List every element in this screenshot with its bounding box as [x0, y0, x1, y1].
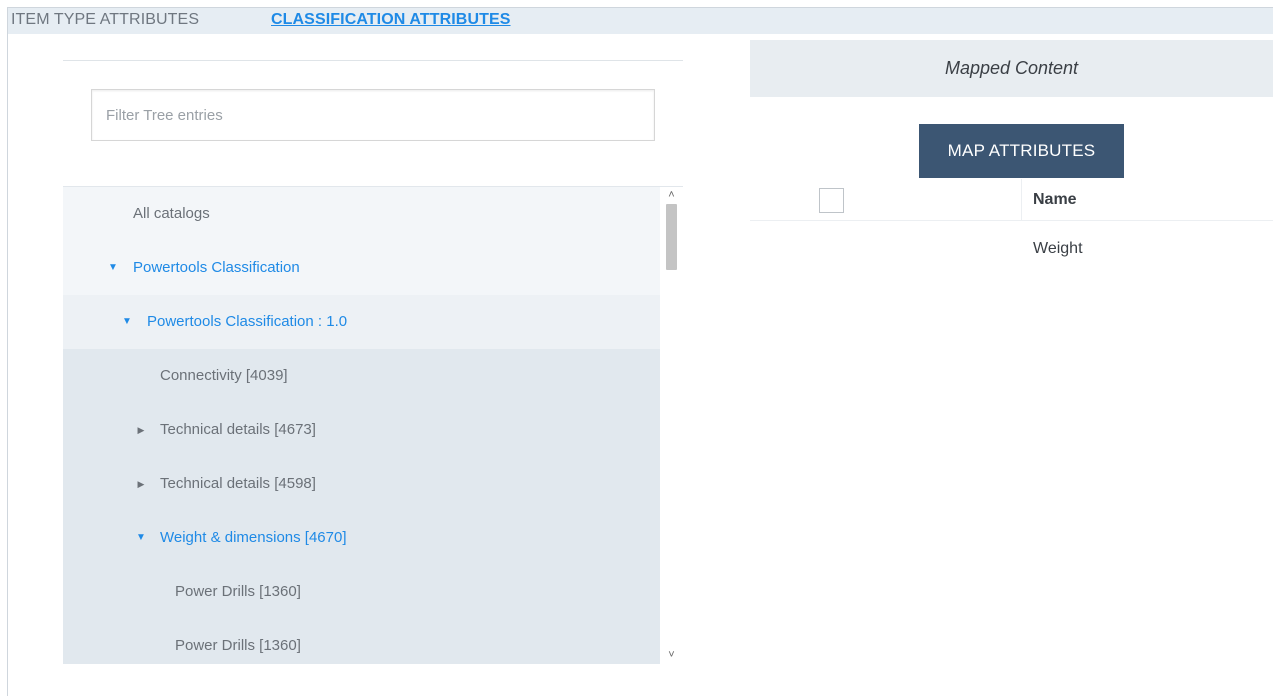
tree-scrollbar[interactable]: ˄ ˅ — [660, 187, 683, 664]
tree-item-technical-details-4673[interactable]: ▶ Technical details [4673] — [63, 403, 660, 457]
tree-item-label: All catalogs — [133, 205, 210, 222]
tree-item-label: Power Drills [1360] — [175, 583, 301, 600]
app-frame: ITEM TYPE ATTRIBUTES CLASSIFICATION ATTR… — [7, 7, 1273, 696]
tree-item-weight-dimensions[interactable]: ▼ Weight & dimensions [4670] — [63, 511, 660, 565]
tree-item-power-drills[interactable]: Power Drills [1360] — [63, 619, 660, 664]
table-row[interactable]: Weight — [750, 221, 1273, 277]
tree-item-all-catalogs[interactable]: All catalogs — [63, 187, 660, 241]
caret-down-icon[interactable]: ▼ — [135, 511, 147, 565]
mapped-content-header: Mapped Content — [750, 40, 1273, 97]
tree-item-label: Connectivity [4039] — [160, 367, 288, 384]
tree-item-powertools-classification-1-0[interactable]: ▼ Powertools Classification : 1.0 — [63, 295, 660, 349]
mapped-content-panel: Mapped Content MAP ATTRIBUTES Name Weigh… — [750, 40, 1273, 690]
tab-item-type-attributes[interactable]: ITEM TYPE ATTRIBUTES — [11, 10, 199, 30]
tree-item-technical-details-4598[interactable]: ▶ Technical details [4598] — [63, 457, 660, 511]
column-divider — [1021, 179, 1022, 221]
tree-item-label: Powertools Classification : 1.0 — [147, 313, 348, 330]
tree-item-powertools-classification[interactable]: ▼ Powertools Classification — [63, 241, 660, 295]
caret-right-icon[interactable]: ▶ — [135, 457, 147, 511]
divider — [63, 60, 683, 61]
scroll-down-icon[interactable]: ˅ — [660, 647, 683, 663]
tree-panel: All catalogs ▼ Powertools Classification… — [63, 60, 683, 664]
tab-classification-attributes[interactable]: CLASSIFICATION ATTRIBUTES — [271, 10, 511, 30]
select-all-checkbox[interactable] — [819, 188, 844, 213]
tab-bar: ITEM TYPE ATTRIBUTES CLASSIFICATION ATTR… — [8, 8, 1273, 34]
filter-tree-input[interactable] — [91, 89, 655, 141]
tree-item-label: Technical details [4598] — [160, 475, 316, 492]
tree-item-connectivity[interactable]: Connectivity [4039] — [63, 349, 660, 403]
scrollbar-thumb[interactable] — [666, 204, 677, 270]
tree-item-label: Technical details [4673] — [160, 421, 316, 438]
tree-item-label: Power Drills [1360] — [175, 637, 301, 654]
classification-tree: All catalogs ▼ Powertools Classification… — [63, 186, 683, 664]
tree-item-power-drills[interactable]: Power Drills [1360] — [63, 565, 660, 619]
mapped-table-header: Name — [750, 179, 1273, 221]
column-header-name[interactable]: Name — [1033, 179, 1077, 221]
caret-down-icon[interactable]: ▼ — [121, 295, 133, 349]
tree-item-label: Weight & dimensions [4670] — [160, 529, 347, 546]
map-attributes-button[interactable]: MAP ATTRIBUTES — [919, 124, 1124, 178]
attribute-name-cell: Weight — [1033, 240, 1083, 257]
scroll-up-icon[interactable]: ˄ — [660, 187, 683, 203]
tree-item-label: Powertools Classification — [133, 259, 300, 276]
caret-down-icon[interactable]: ▼ — [107, 241, 119, 295]
caret-right-icon[interactable]: ▶ — [135, 403, 147, 457]
